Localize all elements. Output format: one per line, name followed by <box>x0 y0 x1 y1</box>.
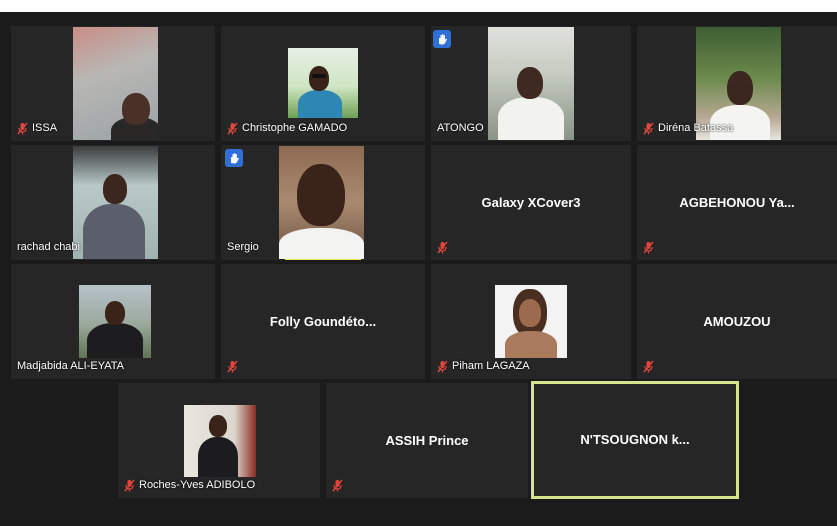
audio-level-bar <box>285 259 361 260</box>
mic-off-icon <box>17 122 28 135</box>
participant-tile-direna-batassa[interactable]: Diréna Batassa <box>637 26 837 141</box>
participant-video <box>488 27 574 140</box>
participant-status <box>643 360 654 373</box>
participant-video <box>495 285 567 358</box>
mic-off-icon <box>643 122 654 135</box>
participant-tile-atongo[interactable]: ATONGO <box>431 26 631 141</box>
participant-tile-sergio[interactable]: Sergio <box>221 145 425 260</box>
participant-name-label: Christophe GAMADO <box>227 121 347 135</box>
participant-name-center: N'TSOUGNON k... <box>580 432 690 447</box>
participant-tile-madjabida-ali-eyata[interactable]: Madjabida ALI-EYATA <box>11 264 215 379</box>
participant-status <box>227 360 238 373</box>
participant-video <box>79 285 151 358</box>
participant-name-label: Diréna Batassa <box>643 121 733 135</box>
participant-video <box>184 405 256 477</box>
participant-tile-assih-prince[interactable]: ASSIH Prince <box>326 383 528 498</box>
participant-video <box>73 146 158 259</box>
participant-name-center: ASSIH Prince <box>385 433 469 448</box>
participant-tile-galaxy-xcover3[interactable]: Galaxy XCover3 <box>431 145 631 260</box>
raised-hand-icon <box>433 30 451 48</box>
participant-status <box>643 241 654 254</box>
participant-video <box>73 27 158 140</box>
mic-off-icon <box>124 479 135 492</box>
participant-tile-rachad-chabi[interactable]: rachad chabi <box>11 145 215 260</box>
participant-name-label: ATONGO <box>437 122 484 134</box>
mic-off-icon <box>332 479 343 492</box>
participant-name-center: AMOUZOU <box>703 314 771 329</box>
mic-off-icon <box>437 360 448 373</box>
participant-name-center: Galaxy XCover3 <box>481 195 581 210</box>
participant-tile-issa[interactable]: ISSA <box>11 26 215 141</box>
video-gallery: ISSA Christophe GAMADO ATONGO Diréna Bat… <box>0 12 837 526</box>
participant-name-label: Roches-Yves ADIBOLO <box>124 478 255 492</box>
mic-off-icon <box>437 241 448 254</box>
participant-name-center: AGBEHONOU Ya... <box>679 195 795 210</box>
participant-name-label: Sergio <box>227 241 259 253</box>
participant-name-label: rachad chabi <box>17 241 80 253</box>
participant-video <box>288 48 358 118</box>
mic-off-icon <box>227 360 238 373</box>
participant-name-center: Folly Goundéto... <box>269 314 377 329</box>
participant-tile-ntsougnon[interactable]: N'TSOUGNON k... <box>531 381 739 499</box>
participant-tile-agbehonou[interactable]: AGBEHONOU Ya... <box>637 145 837 260</box>
participant-tile-folly-goundeto[interactable]: Folly Goundéto... <box>221 264 425 379</box>
participant-tile-roches-yves-adibolo[interactable]: Roches-Yves ADIBOLO <box>118 383 320 498</box>
participant-name-label: ISSA <box>17 121 57 135</box>
participant-status <box>437 241 448 254</box>
participant-name-label: Piham LAGAZA <box>437 359 530 373</box>
mic-off-icon <box>227 122 238 135</box>
participant-name-label: Madjabida ALI-EYATA <box>17 360 124 372</box>
participant-tile-christophe-gamado[interactable]: Christophe GAMADO <box>221 26 425 141</box>
participant-tile-amouzou[interactable]: AMOUZOU <box>637 264 837 379</box>
raised-hand-icon <box>225 149 243 167</box>
mic-off-icon <box>643 241 654 254</box>
participant-video <box>279 146 364 259</box>
mic-off-icon <box>643 360 654 373</box>
participant-status <box>332 479 343 492</box>
participant-tile-piham-lagaza[interactable]: Piham LAGAZA <box>431 264 631 379</box>
